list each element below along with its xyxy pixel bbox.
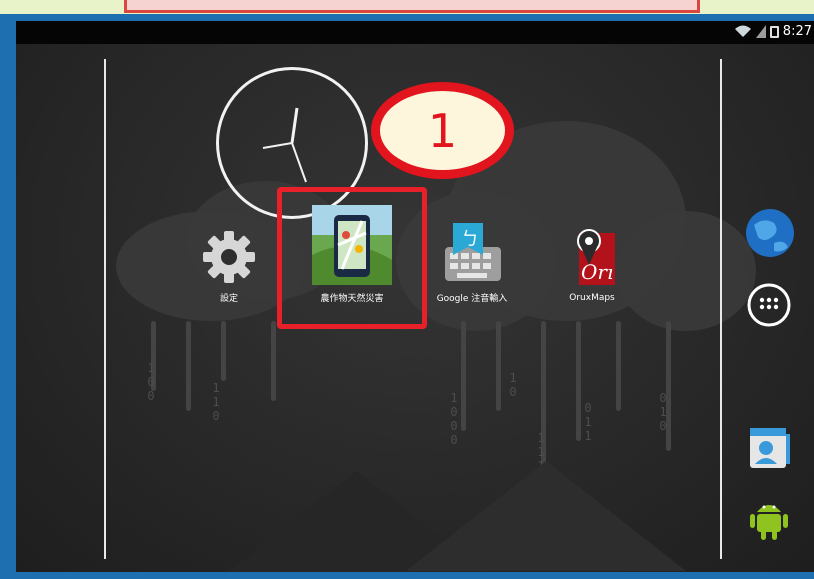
battery-icon: [769, 26, 779, 38]
status-icons: 8:27: [734, 24, 812, 39]
pink-banner: [124, 0, 700, 13]
app-label: Google 注音輸入: [436, 294, 508, 304]
android-app[interactable]: [749, 496, 789, 546]
step-number: 1: [427, 103, 458, 158]
contacts-app[interactable]: [746, 424, 794, 476]
gear-icon: [203, 231, 255, 283]
highlight-box: [277, 187, 427, 329]
app-oruxmaps[interactable]: Orı OruxMaps: [547, 221, 637, 303]
page-boundary-left: [104, 59, 106, 559]
signal-icon: [755, 25, 766, 38]
wallpaper-cloud: [616, 211, 756, 331]
top-strip: [0, 0, 814, 14]
wifi-icon: [734, 25, 751, 37]
app-drawer-icon: [747, 283, 791, 327]
rain-streak: [271, 321, 276, 401]
rain-streak: [461, 321, 466, 431]
wallpaper-digits: 1000: [450, 391, 458, 447]
wallpaper-digits: 100: [147, 361, 155, 403]
app-google-zhuyin[interactable]: ㄅ Google 注音輸入: [427, 219, 517, 304]
status-bar: 8:27: [16, 21, 814, 44]
contacts-icon: [750, 428, 790, 468]
rain-streak: [616, 321, 621, 411]
svg-text:Orı: Orı: [581, 260, 613, 284]
step-badge: 1: [371, 82, 514, 179]
svg-text:ㄅ: ㄅ: [461, 229, 479, 250]
keyboard-icon: ㄅ: [445, 223, 501, 281]
app-label: 設定: [219, 294, 238, 304]
wallpaper-digits: 10: [509, 371, 517, 399]
app-settings[interactable]: 設定: [184, 229, 274, 304]
rain-streak: [496, 321, 501, 411]
rain-streak: [186, 321, 191, 411]
rain-streak: [576, 321, 581, 441]
globe-icon: [746, 209, 794, 257]
wallpaper-digits: 010: [659, 391, 667, 433]
app-label: OruxMaps: [569, 293, 615, 303]
rain-streak: [221, 321, 226, 381]
globe-app[interactable]: [744, 207, 796, 263]
all-apps-button[interactable]: [746, 282, 792, 332]
page-boundary-right: [720, 59, 722, 559]
map-pin-icon: Orı: [577, 229, 615, 285]
android-icon: [750, 505, 788, 540]
wallpaper-mountain: [406, 461, 686, 571]
status-time: 8:27: [782, 24, 812, 39]
wallpaper-digits: 110: [212, 381, 220, 423]
wallpaper-digits: 011: [584, 401, 592, 443]
